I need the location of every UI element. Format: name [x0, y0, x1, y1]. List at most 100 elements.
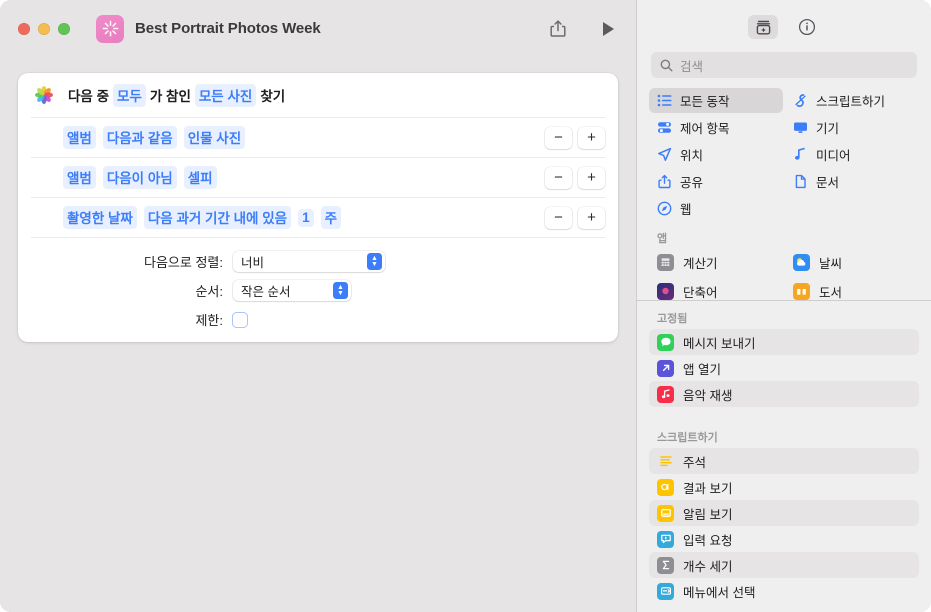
sidebar-item-label: 공유 — [680, 176, 704, 190]
action-library-sidebar: 검색 모든 동작 스크립트하기 제어 항목 기기 위치 미디어 공유 문서 웹 … — [636, 0, 931, 612]
list-item[interactable]: 알림 보기 — [649, 500, 919, 526]
header-part-0: 다음 중 — [68, 89, 110, 104]
minimize-button[interactable] — [38, 22, 50, 35]
action-card-header: 다음 중 모두 가 참인 모든 사진 찾기 — [18, 73, 618, 117]
sidebar-item-scripting[interactable]: 스크립트하기 — [785, 88, 919, 113]
order-select[interactable]: 작은 순서 ▲ ▼ — [233, 280, 351, 301]
rule-field-token[interactable]: 앨범 — [63, 166, 96, 189]
sidebar-item-location[interactable]: 위치 — [649, 142, 783, 167]
rule-operator-token[interactable]: 다음 과거 기간 내에 있음 — [143, 206, 292, 229]
remove-rule-button[interactable]: − — [545, 166, 572, 189]
shortcuts-sparkle-icon — [96, 14, 124, 43]
limit-row: 제한: — [31, 305, 605, 334]
sidebar-item-controls[interactable]: 제어 항목 — [649, 115, 783, 140]
sidebar-app-weather[interactable]: 날씨 — [785, 249, 919, 275]
add-action-icon[interactable] — [748, 15, 778, 39]
list-item[interactable]: 결과 보기 — [649, 474, 919, 500]
rule-operator-token[interactable]: 다음이 아님 — [102, 166, 177, 189]
open-app-icon — [657, 359, 674, 377]
sidebar-app-label: 단축어 — [683, 285, 718, 300]
zoom-button[interactable] — [58, 22, 70, 35]
list-item-label: 메시지 보내기 — [683, 336, 756, 351]
rule-buttons: − + — [545, 126, 605, 149]
sidebar-item-label: 미디어 — [816, 149, 851, 163]
info-circle-icon[interactable] — [794, 15, 820, 39]
sidebar-item-sharing[interactable]: 공유 — [649, 169, 783, 194]
list-item-label: 개수 세기 — [683, 559, 733, 574]
sidebar-item-label: 웹 — [680, 203, 692, 217]
add-rule-button[interactable]: + — [578, 126, 605, 149]
sidebar-item-label: 문서 — [816, 176, 840, 190]
list-item[interactable]: 메시지 보내기 — [649, 329, 919, 355]
sidebar-app-label: 날씨 — [819, 256, 843, 271]
share-icon — [658, 174, 671, 189]
page-title: Best Portrait Photos Week — [135, 20, 321, 37]
sort-by-value: 너비 — [241, 256, 265, 270]
sidebar-app-calculator[interactable]: 계산기 — [649, 249, 783, 275]
search-icon — [660, 59, 673, 72]
sidebar-item-label: 기기 — [816, 122, 840, 136]
action-options: 다음으로 정렬: 너비 ▲ ▼ 순서: 작은 순서 ▲ ▼ 제한: — [31, 237, 605, 334]
search-placeholder: 검색 — [680, 59, 704, 74]
messages-icon — [657, 333, 674, 351]
sidebar-app-label: 계산기 — [683, 256, 718, 271]
sidebar-item-label: 위치 — [680, 149, 704, 163]
filter-rule-row: 앨범 다음이 아님 셀피 − + — [31, 157, 605, 197]
sidebar-item-web[interactable]: 웹 — [649, 196, 783, 221]
remove-rule-button[interactable]: − — [545, 126, 572, 149]
search-input[interactable]: 검색 — [651, 52, 917, 78]
sidebar-item-label: 모든 동작 — [680, 95, 730, 109]
sidebar-item-media[interactable]: 미디어 — [785, 142, 919, 167]
rule-operator-token[interactable]: 다음과 같음 — [102, 126, 177, 149]
sidebar-item-devices[interactable]: 기기 — [785, 115, 919, 140]
sort-by-select[interactable]: 너비 ▲ ▼ — [233, 251, 385, 272]
count-icon — [657, 556, 674, 574]
document-icon — [795, 174, 806, 189]
sidebar-item-label: 제어 항목 — [680, 122, 730, 136]
list-item-label: 음악 재생 — [683, 388, 733, 403]
sidebar-item-documents[interactable]: 문서 — [785, 169, 919, 194]
alert-icon — [657, 504, 674, 522]
header-filter-mode-token[interactable]: 모두 — [113, 83, 146, 107]
list-item[interactable]: 주석 — [649, 448, 919, 474]
close-button[interactable] — [18, 22, 30, 35]
add-rule-button[interactable]: + — [578, 166, 605, 189]
order-row: 순서: 작은 순서 ▲ ▼ — [31, 276, 605, 305]
sidebar-item-all-actions[interactable]: 모든 동작 — [649, 88, 783, 113]
rule-unit-token[interactable]: 주 — [320, 206, 341, 229]
shortcut-editor: 다음 중 모두 가 참인 모든 사진 찾기 앨범 다음과 같음 인물 사진 − … — [0, 57, 636, 612]
find-photos-action-card[interactable]: 다음 중 모두 가 참인 모든 사진 찾기 앨범 다음과 같음 인물 사진 − … — [18, 73, 618, 342]
list-icon — [657, 94, 672, 107]
list-item[interactable]: 메뉴에서 선택 — [649, 578, 919, 604]
pinned-section-title: 고정됨 — [657, 313, 688, 325]
list-item-label: 메뉴에서 선택 — [683, 585, 756, 600]
rule-buttons: − + — [545, 166, 605, 189]
rule-value-token[interactable]: 셀피 — [183, 166, 217, 189]
add-rule-button[interactable]: + — [578, 206, 605, 229]
header-source-token[interactable]: 모든 사진 — [194, 83, 257, 107]
header-part-4: 찾기 — [260, 89, 286, 104]
list-item[interactable]: 입력 요청 — [649, 526, 919, 552]
rule-amount-token[interactable]: 1 — [298, 208, 314, 227]
list-item-label: 입력 요청 — [683, 533, 733, 548]
list-item[interactable]: 앱 열기 — [649, 355, 919, 381]
music-play-icon — [657, 385, 674, 403]
rule-value-token[interactable]: 인물 사진 — [183, 126, 246, 149]
run-button[interactable] — [598, 18, 618, 40]
list-item-label: 결과 보기 — [683, 481, 733, 496]
sort-by-label: 다음으로 정렬: — [144, 255, 223, 270]
rule-tokens: 앨범 다음이 아님 셀피 — [63, 166, 217, 189]
rule-field-token[interactable]: 촬영한 날짜 — [63, 206, 137, 229]
sidebar-toolbar — [637, 0, 931, 50]
filter-rule-row: 앨범 다음과 같음 인물 사진 − + — [31, 117, 605, 157]
remove-rule-button[interactable]: − — [545, 206, 572, 229]
list-item[interactable]: 개수 세기 — [649, 552, 919, 578]
limit-checkbox[interactable] — [233, 312, 247, 327]
rule-field-token[interactable]: 앨범 — [63, 126, 96, 149]
rule-buttons: − + — [545, 206, 605, 229]
chevron-updown-icon: ▲ ▼ — [333, 282, 348, 299]
script-icon — [795, 94, 806, 107]
list-item[interactable]: 음악 재생 — [649, 381, 919, 407]
ask-input-icon — [657, 530, 674, 548]
share-button[interactable] — [548, 18, 568, 40]
